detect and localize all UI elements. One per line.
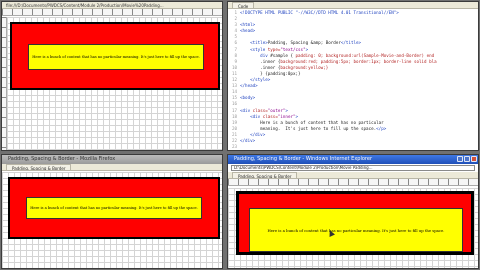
code-line-text: <!DOCTYPE HTML PUBLIC "-//W3C//DTD HTML …: [240, 10, 399, 15]
firefox-tab-bar: Padding, Spacing & Border: [2, 164, 222, 171]
outer-div-preview[interactable]: Here is a bunch of content that has no p…: [10, 22, 220, 90]
code-line-text: </head>: [240, 83, 258, 89]
code-line-text: </div>: [240, 137, 256, 143]
code-line-text: </div>: [250, 131, 266, 137]
design-view-title: file:///D:/Documents/PWDCS/Content/Modul…: [6, 3, 164, 8]
horizontal-ruler: [2, 9, 222, 16]
line-number: 24: [228, 150, 237, 151]
code-line-text: meaning. It's just here to fill up the s…: [260, 125, 387, 131]
firefox-tab[interactable]: Padding, Spacing & Border: [6, 164, 72, 170]
firefox-content-text: Here is a bunch of content that has no p…: [30, 206, 198, 210]
minimize-icon[interactable]: [457, 156, 463, 162]
code-line-text: <head>: [240, 28, 256, 34]
code-line[interactable]: 24</body>: [228, 150, 478, 151]
code-line-text: .inner {background:yellow;}: [260, 64, 329, 70]
ie-address: D:\Documents\PWDCS\Content\Module 2\Prod…: [234, 165, 373, 170]
inner-div-preview[interactable]: Here is a bunch of content that has no p…: [28, 44, 204, 70]
design-view-window[interactable]: file:///D:/Documents/PWDCS/Content/Modul…: [1, 1, 223, 151]
inner-div-ie[interactable]: Here is a bunch of content that has no p…: [249, 208, 463, 252]
inner-div-firefox[interactable]: Here is a bunch of content that has no p…: [26, 197, 202, 219]
inner-content-text: Here is a bunch of content that has no p…: [32, 55, 200, 59]
code-line-text: </style>: [250, 77, 271, 83]
code-line-text: Here is a bunch of content that has no p…: [260, 119, 384, 125]
firefox-window[interactable]: Padding, Spacing & Border - Mozilla Fire…: [1, 154, 223, 269]
ie-tab-bar: Padding, Spacing & Border: [228, 172, 478, 179]
code-line-text: <style type="text/css">: [250, 46, 309, 52]
ie-content-text: Here is a bunch of content that has no p…: [267, 227, 445, 233]
code-line-text: div #sample { padding: 0; background:url…: [260, 52, 435, 58]
ie-window[interactable]: Padding, Spacing & Border - Windows Inte…: [227, 154, 479, 269]
ie-horizontal-ruler: [228, 179, 478, 186]
code-line-text: } {padding:0px;}: [260, 70, 301, 76]
tab-code[interactable]: Code: [232, 2, 255, 8]
ie-title-bar[interactable]: Padding, Spacing & Border - Windows Inte…: [228, 155, 478, 164]
code-line-text: <div class="inner">: [250, 113, 299, 119]
outer-div-firefox[interactable]: Here is a bunch of content that has no p…: [8, 177, 220, 239]
ie-address-bar[interactable]: D:\Documents\PWDCS\Content\Module 2\Prod…: [231, 165, 475, 171]
ie-window-controls: [457, 156, 477, 162]
code-line-text: <title>Padding, Spacing &amp; Border</ti…: [250, 40, 362, 46]
code-line-text: <html>: [240, 22, 256, 28]
code-editor-window[interactable]: Code 1 <!DOCTYPE HTML PUBLIC "-//W3C//DTD…: [227, 1, 479, 151]
code-line-text: </body>: [240, 150, 258, 151]
code-line-text: <body>: [240, 95, 256, 101]
design-view-address-bar[interactable]: file:///D:/Documents/PWDCS/Content/Modul…: [2, 2, 222, 9]
code-text-area[interactable]: 1 <!DOCTYPE HTML PUBLIC "-//W3C//DTD HTML…: [228, 10, 478, 150]
screen: file:///D:/Documents/PWDCS/Content/Modul…: [0, 0, 480, 270]
maximize-icon[interactable]: [464, 156, 470, 162]
code-line-text: .inner {background:red; padding:5px; bor…: [260, 58, 437, 64]
outer-div-ie[interactable]: Here is a bunch of content that has no p…: [236, 191, 474, 255]
close-icon[interactable]: [471, 156, 477, 162]
code-line-text: <div class="outer">: [240, 107, 288, 113]
code-editor-toolbar: Code: [228, 2, 478, 9]
firefox-title-bar[interactable]: Padding, Spacing & Border - Mozilla Fire…: [2, 155, 222, 164]
firefox-title: Padding, Spacing & Border - Mozilla Fire…: [8, 156, 116, 162]
ie-tab[interactable]: Padding, Spacing & Border: [232, 172, 298, 178]
ie-title: Padding, Spacing & Border - Windows Inte…: [234, 156, 372, 162]
